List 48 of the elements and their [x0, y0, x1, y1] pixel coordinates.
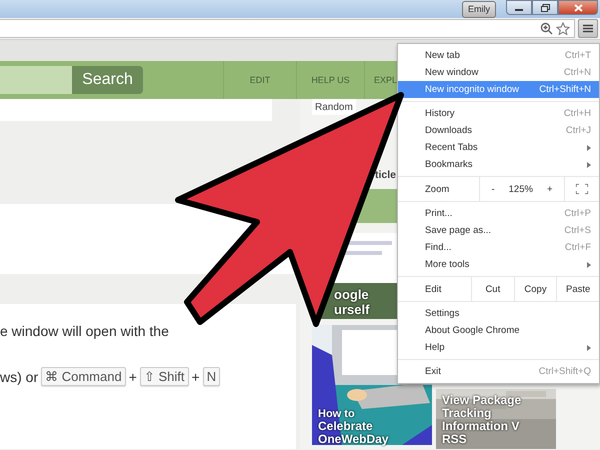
restore-icon	[540, 4, 550, 12]
article-text: e window will open with the	[0, 323, 169, 339]
search-button[interactable]: Search	[72, 66, 143, 94]
menu-item[interactable]: Settings	[398, 305, 599, 322]
zoom-out-button[interactable]: -	[485, 184, 501, 194]
menu-icon	[583, 24, 593, 33]
key-cap: ⌘ Command	[41, 367, 126, 386]
menu-item[interactable]: More tools	[398, 256, 599, 273]
menu-item[interactable]: About Google Chrome	[398, 322, 599, 339]
menu-item[interactable]: Save page as... Ctrl+S	[398, 222, 599, 239]
article-text: +	[192, 368, 200, 384]
address-field[interactable]	[0, 19, 575, 38]
user-button[interactable]: Emily	[462, 1, 496, 18]
edit-action-button[interactable]: Paste	[556, 277, 600, 301]
restore-button[interactable]	[532, 0, 558, 15]
menu-item[interactable]: Find... Ctrl+F	[398, 239, 599, 256]
star-icon[interactable]	[556, 22, 570, 36]
edit-action-button[interactable]: Copy	[514, 277, 556, 301]
zoom-level: 125%	[508, 184, 533, 194]
minimize-button[interactable]	[506, 0, 532, 15]
menu-item[interactable]: Print... Ctrl+P	[398, 205, 599, 222]
tile-title[interactable]: urself	[334, 302, 370, 317]
close-icon	[574, 4, 582, 12]
menu-item[interactable]: Exit Ctrl+Shift+Q	[398, 363, 599, 380]
menu-button[interactable]	[578, 19, 598, 38]
menu-item[interactable]: New window Ctrl+N	[398, 64, 599, 81]
menu-item[interactable]: History Ctrl+H	[398, 105, 599, 122]
menu-label: Edit	[424, 282, 442, 296]
fullscreen-icon[interactable]	[576, 184, 588, 194]
random-button[interactable]: Random	[312, 99, 356, 115]
article-text: ws) or	[0, 368, 38, 384]
edit-action-button[interactable]: Cut	[471, 277, 514, 301]
article-text: +	[128, 368, 137, 384]
tile-kicker: How to	[318, 408, 355, 420]
zoom-icon[interactable]	[540, 22, 553, 35]
menu-item[interactable]: Bookmarks	[398, 156, 599, 173]
tile-title[interactable]: oogle	[334, 287, 369, 302]
menu-label: Zoom	[424, 182, 450, 196]
sidebar-heading: ticle	[375, 169, 396, 183]
menu-item[interactable]: New tab Ctrl+T	[398, 47, 599, 64]
menu-item[interactable]: Downloads Ctrl+J	[398, 122, 599, 139]
key-cap: ⇧ Shift	[140, 367, 189, 386]
search-field[interactable]	[0, 66, 72, 94]
menu-item[interactable]: Help	[398, 339, 599, 356]
zoom-in-button[interactable]: +	[540, 184, 559, 194]
key-cap: N	[202, 367, 220, 386]
menu-item[interactable]: Recent Tabs	[398, 139, 599, 156]
close-button[interactable]	[558, 0, 598, 15]
